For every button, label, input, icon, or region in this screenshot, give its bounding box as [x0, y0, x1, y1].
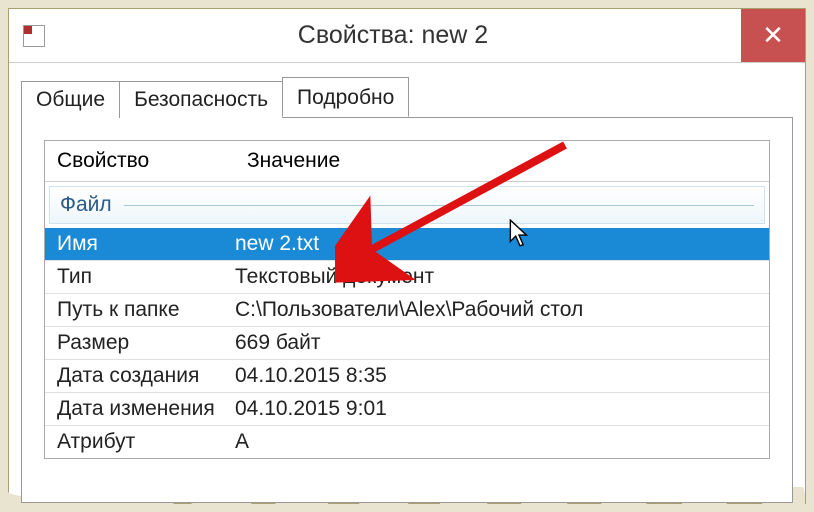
tab-security[interactable]: Безопасность — [119, 81, 283, 118]
tab-panel-details: Свойство Значение Файл Имя new 2.txt Тип… — [21, 117, 793, 503]
window-title: Свойства: new 2 — [45, 21, 741, 50]
column-headers: Свойство Значение — [45, 141, 769, 182]
close-icon: ✕ — [762, 20, 784, 51]
row-type[interactable]: Тип Текстовый документ — [45, 261, 769, 294]
tabstrip: Общие Безопасность Подробно — [21, 77, 793, 117]
row-path[interactable]: Путь к папке C:\Пользователи\Alex\Рабочи… — [45, 294, 769, 327]
properties-window: Свойства: new 2 ✕ Общие Безопасность Под… — [8, 8, 806, 504]
row-name[interactable]: Имя new 2.txt — [45, 228, 769, 261]
row-type-label: Тип — [57, 265, 235, 289]
row-size-label: Размер — [57, 331, 235, 355]
row-size-value: 669 байт — [235, 331, 757, 355]
row-modified[interactable]: Дата изменения 04.10.2015 9:01 — [45, 393, 769, 426]
tab-details[interactable]: Подробно — [282, 77, 409, 117]
row-path-label: Путь к папке — [57, 298, 235, 322]
row-name-value: new 2.txt — [235, 232, 757, 256]
group-file-label: Файл — [60, 193, 112, 217]
window-icon — [23, 25, 45, 47]
row-size[interactable]: Размер 669 байт — [45, 327, 769, 360]
titlebar: Свойства: new 2 ✕ — [9, 9, 805, 63]
row-attributes[interactable]: Атрибут A — [45, 426, 769, 458]
row-created-value: 04.10.2015 8:35 — [235, 364, 757, 388]
row-name-label: Имя — [57, 232, 235, 256]
tab-general[interactable]: Общие — [21, 81, 120, 118]
row-path-value: C:\Пользователи\Alex\Рабочий стол — [235, 298, 757, 322]
row-type-value: Текстовый документ — [235, 265, 757, 289]
row-attributes-value: A — [235, 430, 757, 454]
row-attributes-label: Атрибут — [57, 430, 235, 454]
group-file[interactable]: Файл — [49, 186, 765, 224]
row-created-label: Дата создания — [57, 364, 235, 388]
row-created[interactable]: Дата создания 04.10.2015 8:35 — [45, 360, 769, 393]
close-button[interactable]: ✕ — [741, 9, 805, 62]
row-modified-value: 04.10.2015 9:01 — [235, 397, 757, 421]
client-area: Общие Безопасность Подробно Свойство Зна… — [9, 63, 805, 503]
column-value[interactable]: Значение — [235, 141, 769, 181]
column-property[interactable]: Свойство — [45, 141, 235, 181]
group-line — [124, 205, 754, 206]
property-list: Свойство Значение Файл Имя new 2.txt Тип… — [44, 140, 770, 459]
row-modified-label: Дата изменения — [57, 397, 235, 421]
